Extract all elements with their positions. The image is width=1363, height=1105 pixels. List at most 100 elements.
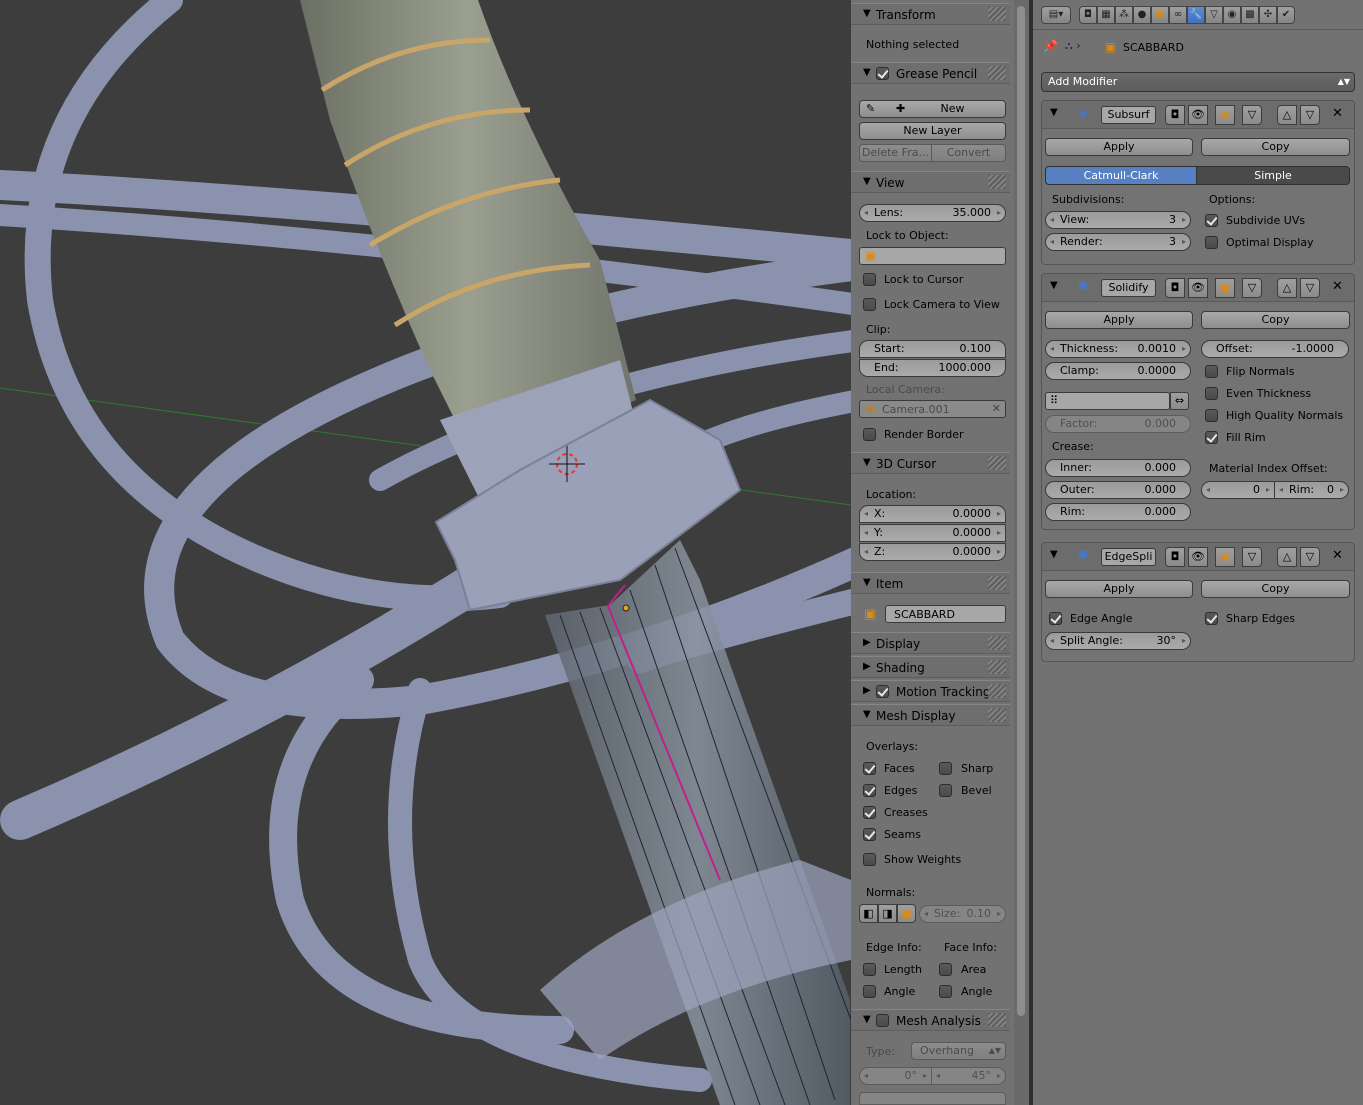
subdiv-view-field[interactable]: ◂ View: 3 ▸ [1045,211,1191,229]
data-tab-icon[interactable]: ▽ [1205,6,1223,24]
shelf-scrollbar[interactable] [1014,0,1029,1105]
move-up-icon[interactable]: △ [1277,278,1297,298]
viewport-toggle-icon[interactable]: 👁 [1188,278,1208,298]
crease-outer-field[interactable]: Outer: 0.000 [1045,481,1191,499]
cursor-y-field[interactable]: ◂ Y: 0.0000 ▸ [859,524,1006,542]
mesh-analysis-checkbox[interactable] [876,1014,889,1027]
vertex-normals-icon[interactable]: ◧ [859,904,878,923]
solidify-header[interactable]: ▼ ⬢ Solidify ◘ 👁 ▣ ▽ △ ▽ ✕ [1042,274,1354,302]
mesh-display-panel-header[interactable]: ▼ Mesh Display [851,704,1010,726]
close-icon[interactable]: ✕ [1332,106,1343,121]
seams-checkbox[interactable] [863,828,876,841]
editmode-toggle-icon[interactable]: ▣ [1215,547,1235,567]
cage-toggle-icon[interactable]: ▽ [1242,278,1262,298]
even-thickness-checkbox[interactable] [1205,387,1218,400]
analysis-max-field[interactable]: ◂ 45° ▸ [931,1067,1006,1085]
3d-viewport[interactable] [0,0,851,1105]
close-icon[interactable]: ✕ [992,402,1001,415]
texture-tab-icon[interactable]: ▩ [1241,6,1259,24]
crease-rim-field[interactable]: Rim: 0.000 [1045,503,1191,521]
lens-field[interactable]: ◂ Lens: 35.000 ▸ [859,204,1006,222]
item-panel-header[interactable]: ▼ Item [851,572,1010,594]
offset-field[interactable]: Offset: -1.0000 [1201,340,1349,358]
scene-tab-icon[interactable]: ⁂ [1115,6,1133,24]
motion-tracking-panel-header[interactable]: ▶ Motion Tracking [851,680,1010,702]
grease-pencil-panel-header[interactable]: ▼ Grease Pencil [851,62,1010,84]
edges-checkbox[interactable] [863,784,876,797]
crease-inner-field[interactable]: Inner: 0.000 [1045,459,1191,477]
render-toggle-icon[interactable]: ◘ [1165,547,1185,567]
shading-panel-header[interactable]: ▶ Shading [851,656,1010,678]
collapse-arrow-icon[interactable]: ▼ [1050,107,1058,118]
editmode-toggle-icon[interactable]: ▣ [1215,105,1235,125]
world-tab-icon[interactable]: ● [1133,6,1151,24]
collapse-arrow-icon[interactable]: ▼ [1050,549,1058,560]
edge-angle-checkbox[interactable] [863,985,876,998]
edgesplit-apply-button[interactable]: Apply [1045,580,1193,598]
face-area-checkbox[interactable] [939,963,952,976]
local-camera-field[interactable]: ▣ Camera.001 ✕ [859,400,1006,418]
render-border-checkbox[interactable] [863,428,876,441]
viewport-toggle-icon[interactable]: 👁 [1188,105,1208,125]
sharp-edges-checkbox[interactable] [1205,612,1218,625]
render-toggle-icon[interactable]: ◘ [1165,105,1185,125]
move-up-icon[interactable]: △ [1277,547,1297,567]
modifiers-tab-icon[interactable]: 🔧 [1187,6,1205,24]
thickness-field[interactable]: ◂ Thickness: 0.0010 ▸ [1045,340,1191,358]
flip-normals-checkbox[interactable] [1205,365,1218,378]
motion-tracking-checkbox[interactable] [876,685,889,698]
material-offset-field[interactable]: ◂ 0 ▸ [1201,481,1275,499]
split-angle-field[interactable]: ◂ Split Angle: 30° ▸ [1045,632,1191,650]
render-tab-icon[interactable]: ◘ [1079,6,1097,24]
analysis-type-dropdown[interactable]: Overhang ▲▼ [911,1042,1006,1060]
edgesplit-copy-button[interactable]: Copy [1201,580,1350,598]
item-name-field[interactable]: SCABBARD [885,605,1006,623]
render-toggle-icon[interactable]: ◘ [1165,278,1185,298]
grease-pencil-new-button[interactable]: ✎ ✚ New [859,100,1006,118]
edge-angle-checkbox[interactable] [1049,612,1062,625]
convert-button[interactable]: Convert [931,144,1006,162]
modifier-name-field[interactable]: Subsurf [1101,106,1156,124]
view-panel-header[interactable]: ▼ View [851,171,1010,193]
bevel-checkbox[interactable] [939,784,952,797]
lock-to-cursor-checkbox[interactable] [863,273,876,286]
simple-tab[interactable]: Simple [1196,166,1350,185]
delete-frame-button[interactable]: Delete Fra... [859,144,932,162]
modifier-name-field[interactable]: EdgeSpli [1101,548,1156,566]
close-icon[interactable]: ✕ [1332,548,1343,563]
edgesplit-header[interactable]: ▼ ⬢ EdgeSpli ◘ 👁 ▣ ▽ △ ▽ ✕ [1042,543,1354,571]
constraints-tab-icon[interactable]: ∞ [1169,6,1187,24]
scrollbar-thumb[interactable] [1017,6,1025,1016]
sharp-checkbox[interactable] [939,762,952,775]
move-down-icon[interactable]: ▽ [1300,105,1320,125]
split-normals-icon[interactable]: ◨ [878,904,897,923]
pin-icon[interactable]: 📌 [1043,39,1058,53]
add-modifier-dropdown[interactable]: Add Modifier ▲▼ [1041,72,1355,92]
creases-checkbox[interactable] [863,806,876,819]
subdivide-uvs-checkbox[interactable] [1205,214,1218,227]
move-up-icon[interactable]: △ [1277,105,1297,125]
grease-pencil-checkbox[interactable] [876,67,889,80]
subsurf-header[interactable]: ▼ ◉ Subsurf ◘ 👁 ▣ ▽ △ ▽ ✕ [1042,101,1354,129]
normals-size-field[interactable]: ◂ Size: 0.10 ▸ [919,905,1006,923]
material-rim-offset-field[interactable]: ◂ Rim: 0 ▸ [1274,481,1349,499]
factor-field[interactable]: Factor: 0.000 [1045,415,1191,433]
new-layer-button[interactable]: New Layer [859,122,1006,140]
clip-start-field[interactable]: Start: 0.100 [859,340,1006,358]
mesh-analysis-panel-header[interactable]: ▼ Mesh Analysis [851,1009,1010,1031]
face-normals-icon[interactable]: ▣ [897,904,916,923]
3d-cursor-panel-header[interactable]: ▼ 3D Cursor [851,452,1010,474]
viewport-toggle-icon[interactable]: 👁 [1188,547,1208,567]
subdiv-render-field[interactable]: ◂ Render: 3 ▸ [1045,233,1191,251]
physics-tab-icon[interactable]: ✔ [1277,6,1295,24]
optimal-display-checkbox[interactable] [1205,236,1218,249]
collapse-arrow-icon[interactable]: ▼ [1050,280,1058,291]
layers-tab-icon[interactable]: ▦ [1097,6,1115,24]
clip-end-field[interactable]: End: 1000.000 [859,359,1006,377]
move-down-icon[interactable]: ▽ [1300,278,1320,298]
invert-vertex-group-icon[interactable]: ⇔ [1170,392,1189,410]
modifier-name-field[interactable]: Solidify [1101,279,1156,297]
lock-object-field[interactable]: ▣ [859,247,1006,265]
show-weights-checkbox[interactable] [863,853,876,866]
edge-length-checkbox[interactable] [863,963,876,976]
